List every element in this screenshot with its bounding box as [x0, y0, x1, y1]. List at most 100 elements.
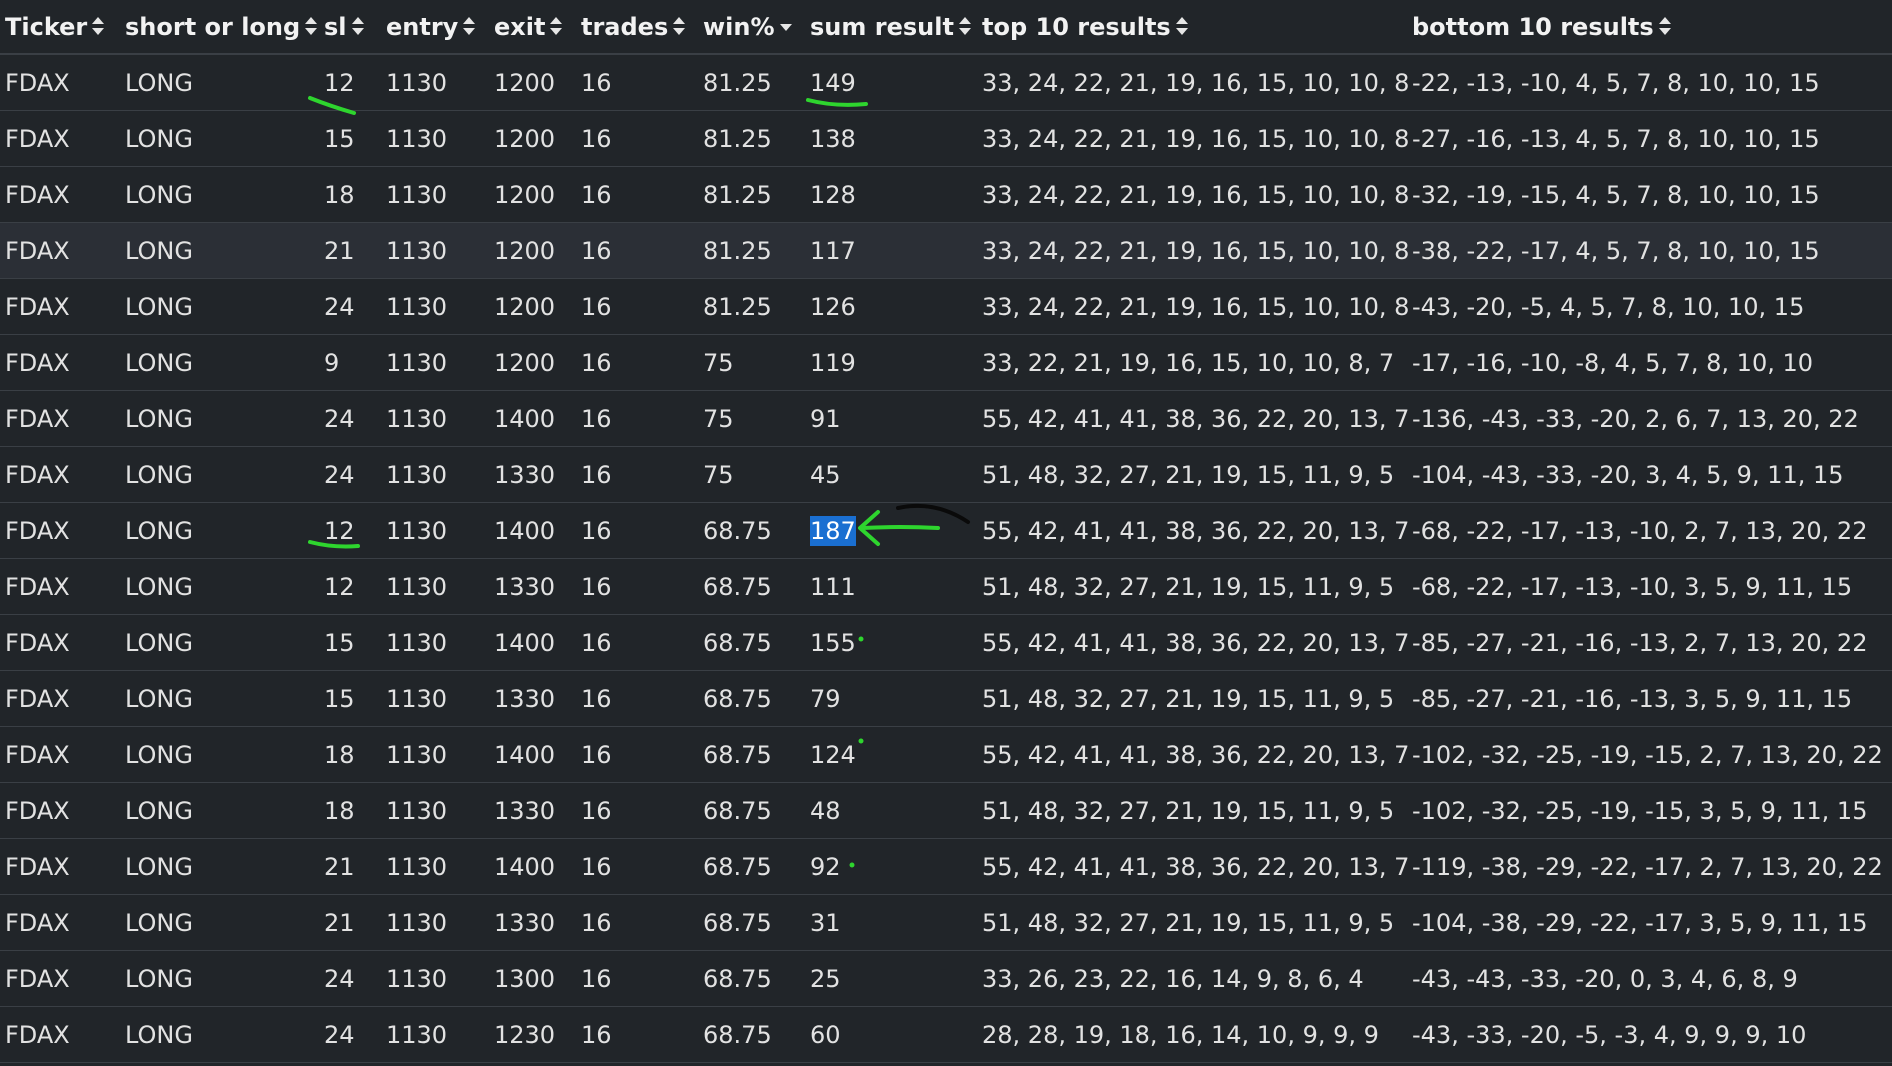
- table-cell: FDAX: [0, 782, 120, 839]
- sort-updown-icon[interactable]: [91, 16, 105, 36]
- sort-updown-icon[interactable]: [958, 16, 972, 36]
- column-header-bottom-10-results[interactable]: bottom 10 results: [1407, 0, 1892, 55]
- sort-desc-icon[interactable]: [779, 17, 793, 35]
- table-row[interactable]: FDAX LONG 24 1130 1200 16 81.25 126 33, 24, 22, …: [0, 278, 1892, 335]
- column-header-label: trades: [581, 12, 669, 41]
- column-header-ticker[interactable]: Ticker: [0, 0, 120, 55]
- table-cell: 1330: [489, 894, 576, 951]
- table-row[interactable]: FDAX LONG 21 1130 1400 16 68.75 92 55, 42, 41, 4…: [0, 838, 1892, 895]
- table-cell: -85, -27, -21, -16, -13, 2, 7, 13, 20, 2…: [1407, 614, 1892, 671]
- table-cell: 24: [319, 390, 381, 447]
- table-cell: 15: [319, 110, 381, 167]
- column-header-top-10-results[interactable]: top 10 results: [977, 0, 1407, 55]
- column-header-label: Ticker: [5, 12, 88, 41]
- table-cell: FDAX: [0, 110, 120, 167]
- table-cell: 1130: [381, 222, 489, 279]
- table-cell: 68.75: [698, 726, 805, 783]
- sort-updown-icon[interactable]: [549, 16, 563, 36]
- table-cell: 126: [805, 278, 977, 335]
- table-cell: 1130: [381, 110, 489, 167]
- table-row[interactable]: FDAX LONG 12 1130 1200 16 81.25 149 33, 24, 22, …: [0, 54, 1892, 111]
- table-cell: 31: [805, 894, 977, 951]
- table-cell: FDAX: [0, 502, 120, 559]
- table-cell: 1130: [381, 894, 489, 951]
- table-cell: 128: [805, 166, 977, 223]
- table-row[interactable]: FDAX LONG 15 1130 1330 16 68.75 79 51, 48, 32, 2…: [0, 670, 1892, 727]
- column-header-sum-result[interactable]: sum result: [805, 0, 977, 55]
- column-header-label: win%: [703, 12, 775, 41]
- sort-updown-icon[interactable]: [1658, 16, 1672, 36]
- column-header-sl[interactable]: sl: [319, 0, 381, 55]
- table-row[interactable]: FDAX LONG 21 1130 1200 16 81.25 117 33, 24, 22, …: [0, 222, 1892, 279]
- sort-updown-icon[interactable]: [672, 16, 686, 36]
- table-cell: LONG: [120, 390, 319, 447]
- table-cell: -32, -19, -15, 4, 5, 7, 8, 10, 10, 15: [1407, 166, 1892, 223]
- column-header-trades[interactable]: trades: [576, 0, 698, 55]
- table-cell: FDAX: [0, 1006, 120, 1063]
- table-cell: 15: [319, 670, 381, 727]
- table-cell: 16: [576, 54, 698, 111]
- table-cell: 55, 42, 41, 41, 38, 36, 22, 20, 13, 7: [977, 502, 1409, 559]
- table-row[interactable]: FDAX LONG 15 1130 1200 16 81.25 138 33, 24, 22, …: [0, 110, 1892, 167]
- table-cell: 1130: [381, 278, 489, 335]
- table-cell: 187: [805, 502, 977, 559]
- table-cell: LONG: [120, 278, 319, 335]
- table-row[interactable]: FDAX LONG 24 1130 1300 16 68.75 25 33, 26, 23, 2…: [0, 950, 1892, 1007]
- table-cell: 117: [805, 222, 977, 279]
- table-cell: 1130: [381, 334, 489, 391]
- table-row[interactable]: FDAX LONG 15 1130 1400 16 68.75 155 55, 42, 41, …: [0, 614, 1892, 671]
- table-row[interactable]: FDAX LONG 18 1130 1200 16 81.25 128 33, 24, 22, …: [0, 166, 1892, 223]
- table-row[interactable]: FDAX LONG 12 1130 1400 16 68.75 187 55, 42, 41, …: [0, 502, 1892, 559]
- table-cell: 33, 26, 23, 22, 16, 14, 9, 8, 6, 4: [977, 950, 1407, 1007]
- table-cell: 24: [319, 278, 381, 335]
- table-row[interactable]: FDAX LONG 21 1130 1330 16 68.75 31 51, 48, 32, 2…: [0, 894, 1892, 951]
- table-cell: 75: [698, 446, 805, 503]
- table-cell: 68.75: [698, 502, 805, 559]
- table-cell: -43, -20, -5, 4, 5, 7, 8, 10, 10, 15: [1407, 278, 1892, 335]
- column-header-entry[interactable]: entry: [381, 0, 489, 55]
- sort-updown-icon[interactable]: [1175, 16, 1189, 36]
- table-row[interactable]: FDAX LONG 18 1130 1330 16 68.75 48 51, 48, 32, 2…: [0, 782, 1892, 839]
- table-row[interactable]: FDAX LONG 18 1130 1400 16 68.75 124 55, 42, 41, …: [0, 726, 1892, 783]
- sort-updown-icon[interactable]: [304, 16, 318, 36]
- sort-updown-icon[interactable]: [462, 16, 476, 36]
- table-cell: 111: [805, 558, 977, 615]
- table-cell: FDAX: [0, 222, 120, 279]
- table-cell: 45: [805, 446, 977, 503]
- table-cell: -43, -43, -33, -20, 0, 3, 4, 6, 8, 9: [1407, 950, 1892, 1007]
- selected-text: 187: [810, 515, 856, 546]
- table-cell: 18: [319, 726, 381, 783]
- column-header-exit[interactable]: exit: [489, 0, 576, 55]
- table-cell: 51, 48, 32, 27, 21, 19, 15, 11, 9, 5: [977, 894, 1407, 951]
- table-cell: -102, -32, -25, -19, -15, 2, 7, 13, 20, …: [1407, 726, 1892, 783]
- table-cell: FDAX: [0, 166, 120, 223]
- column-header-short-or-long[interactable]: short or long: [120, 0, 319, 55]
- table-cell: FDAX: [0, 446, 120, 503]
- sort-updown-icon[interactable]: [351, 16, 365, 36]
- table-cell: 1400: [489, 726, 576, 783]
- table-row[interactable]: FDAX LONG 9 1130 1200 16 75 119 33, 22, 21, 19, …: [0, 334, 1892, 391]
- table-cell: -43, -33, -20, -5, -3, 4, 9, 9, 9, 10: [1407, 1006, 1892, 1063]
- table-cell: LONG: [120, 894, 319, 951]
- table-row[interactable]: FDAX LONG 24 1130 1400 16 75 91 55, 42, 41, 41, …: [0, 390, 1892, 447]
- table-cell: 75: [698, 334, 805, 391]
- column-header-win[interactable]: win%: [698, 0, 805, 55]
- table-cell: 1130: [381, 726, 489, 783]
- table-cell: 55, 42, 41, 41, 38, 36, 22, 20, 13, 7: [977, 614, 1409, 671]
- table-row[interactable]: FDAX LONG 24 1130 1330 16 75 45 51, 48, 32, 27, …: [0, 446, 1892, 503]
- table-row[interactable]: FDAX LONG 12 1130 1330 16 68.75 111 51, 48, 32, …: [0, 558, 1892, 615]
- table-cell: 68.75: [698, 950, 805, 1007]
- table-cell: 15: [319, 614, 381, 671]
- table-cell: 81.25: [698, 166, 805, 223]
- table-cell: 1130: [381, 782, 489, 839]
- table-cell: LONG: [120, 782, 319, 839]
- table-cell: 1130: [381, 614, 489, 671]
- table-cell: -136, -43, -33, -20, 2, 6, 7, 13, 20, 22: [1407, 390, 1892, 447]
- table-cell: -17, -16, -10, -8, 4, 5, 7, 8, 10, 10: [1407, 334, 1892, 391]
- table-cell: 1400: [489, 614, 576, 671]
- table-cell: 79: [805, 670, 977, 727]
- table-cell: 33, 24, 22, 21, 19, 16, 15, 10, 10, 8: [977, 222, 1409, 279]
- table-cell: 124: [805, 726, 977, 783]
- table-row[interactable]: FDAX LONG 24 1130 1230 16 68.75 60 28, 28, 19, 1…: [0, 1006, 1892, 1063]
- table-cell: 1330: [489, 446, 576, 503]
